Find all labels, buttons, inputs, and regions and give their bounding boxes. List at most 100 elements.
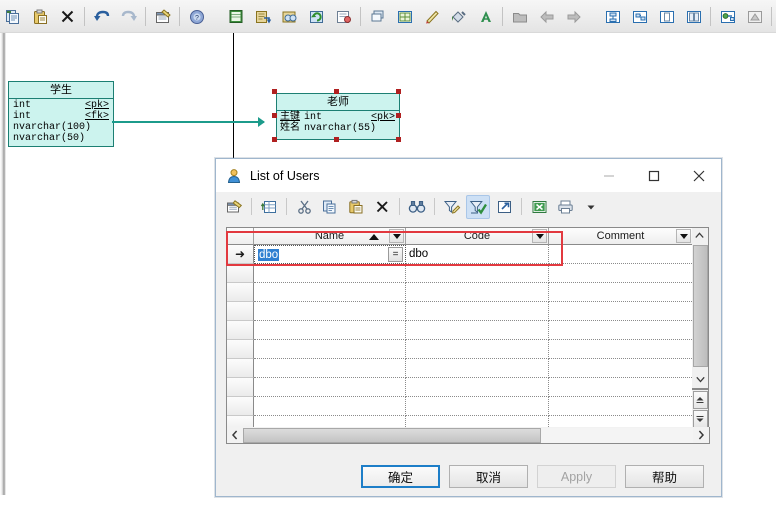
empty-cell[interactable] [406, 264, 549, 283]
shape-rect-icon[interactable] [365, 4, 390, 29]
table-row-empty[interactable] [227, 302, 693, 321]
package-icon[interactable] [331, 4, 356, 29]
scroll-down-arrow[interactable] [693, 372, 708, 387]
help-icon[interactable]: ? [184, 4, 209, 29]
teacher-entity[interactable]: 老师 主键 int <pk> 姓名 nvarchar(55) [276, 93, 400, 140]
maximize-button[interactable] [631, 159, 676, 192]
empty-cell[interactable] [254, 340, 406, 359]
caret-down-icon[interactable] [579, 195, 603, 219]
reference-icon[interactable] [250, 4, 275, 29]
copy-icon[interactable] [318, 195, 342, 219]
align-diagram-icon[interactable] [600, 4, 625, 29]
resize-handle-w[interactable] [272, 113, 277, 118]
row-header[interactable] [227, 302, 254, 321]
empty-cell[interactable] [549, 264, 692, 283]
paste-icon[interactable] [28, 4, 53, 29]
view-icon[interactable] [277, 4, 302, 29]
forward-arrow-icon[interactable] [561, 4, 586, 29]
row-header[interactable] [227, 378, 254, 397]
customize-columns-icon[interactable] [440, 195, 464, 219]
empty-cell[interactable] [406, 302, 549, 321]
properties-icon[interactable] [222, 195, 246, 219]
table-row-empty[interactable] [227, 340, 693, 359]
table-row-empty[interactable] [227, 397, 693, 416]
resize-handle-se[interactable] [396, 137, 401, 142]
undo-icon[interactable] [89, 4, 114, 29]
comment-filter-dropdown[interactable] [676, 229, 691, 243]
delete-x-icon[interactable] [55, 4, 80, 29]
grid-vertical-scrollbar[interactable] [692, 227, 709, 389]
generate-db-icon[interactable] [715, 4, 740, 29]
empty-cell[interactable] [406, 321, 549, 340]
table-shape-icon[interactable] [392, 4, 417, 29]
users-grid[interactable]: Name Code Comment ➜ dbo = dbo [226, 227, 693, 429]
impact-analysis-icon[interactable] [742, 4, 767, 29]
empty-cell[interactable] [406, 340, 549, 359]
name-cell[interactable]: dbo = [254, 245, 406, 264]
table-row-empty[interactable] [227, 264, 693, 283]
delete-x-icon[interactable] [370, 195, 394, 219]
scroll-left-arrow[interactable] [227, 428, 243, 443]
resize-handle-sw[interactable] [272, 137, 277, 142]
paste-icon[interactable] [344, 195, 368, 219]
dialog-titlebar[interactable]: List of Users [216, 159, 721, 193]
code-column-header[interactable]: Code [406, 228, 549, 245]
table-row-empty[interactable] [227, 283, 693, 302]
code-cell[interactable]: dbo [406, 245, 549, 264]
name-column-header[interactable]: Name [254, 228, 406, 245]
empty-cell[interactable] [254, 302, 406, 321]
row-header[interactable] [227, 321, 254, 340]
scroll-right-arrow[interactable] [693, 428, 709, 443]
new-table-icon[interactable] [223, 4, 248, 29]
text-a-icon[interactable] [473, 4, 498, 29]
cancel-button[interactable]: 取消 [449, 465, 528, 488]
grid-horizontal-scrollbar[interactable] [226, 427, 710, 444]
empty-cell[interactable] [254, 378, 406, 397]
row-header[interactable] [227, 359, 254, 378]
cut-icon[interactable] [292, 195, 316, 219]
row-header[interactable] [227, 340, 254, 359]
grid-corner-header[interactable] [227, 228, 254, 245]
scroll-thumb-vertical[interactable] [693, 245, 708, 367]
empty-cell[interactable] [254, 397, 406, 416]
resize-handle-s[interactable] [334, 137, 339, 142]
folder-icon[interactable] [507, 4, 532, 29]
empty-cell[interactable] [254, 283, 406, 302]
empty-cell[interactable] [549, 302, 692, 321]
empty-cell[interactable] [406, 378, 549, 397]
resize-handle-n[interactable] [334, 89, 339, 94]
move-row-down-button[interactable] [692, 410, 708, 428]
student-entity[interactable]: 学生 int <pk> int <fk> nvarchar(100) nvarc… [8, 81, 114, 147]
name-cell-equals-button[interactable]: = [388, 247, 403, 262]
properties-icon[interactable] [150, 4, 175, 29]
empty-cell[interactable] [549, 321, 692, 340]
empty-cell[interactable] [254, 321, 406, 340]
comment-column-header[interactable]: Comment [549, 228, 692, 245]
empty-cell[interactable] [254, 359, 406, 378]
page-view-icon[interactable] [654, 4, 679, 29]
split-view-icon[interactable] [681, 4, 706, 29]
excel-export-icon[interactable] [527, 195, 551, 219]
table-row[interactable]: ➜ dbo = dbo [227, 245, 693, 264]
empty-cell[interactable] [406, 359, 549, 378]
resize-diagram-icon[interactable] [627, 4, 652, 29]
empty-cell[interactable] [549, 359, 692, 378]
row-header[interactable] [227, 264, 254, 283]
table-row-empty[interactable] [227, 321, 693, 340]
open-window-icon[interactable] [492, 195, 516, 219]
redo-icon[interactable] [116, 4, 141, 29]
insert-row-icon[interactable] [257, 195, 281, 219]
row-header-current[interactable]: ➜ [227, 245, 254, 264]
resize-handle-e[interactable] [396, 113, 401, 118]
empty-cell[interactable] [406, 397, 549, 416]
minimize-button[interactable] [586, 159, 631, 192]
empty-cell[interactable] [549, 378, 692, 397]
pencil-icon[interactable] [419, 4, 444, 29]
comment-cell[interactable] [549, 245, 692, 264]
empty-cell[interactable] [406, 283, 549, 302]
scroll-track-horizontal[interactable] [243, 427, 693, 443]
scroll-thumb-horizontal[interactable] [243, 427, 541, 443]
row-header[interactable] [227, 283, 254, 302]
name-filter-dropdown[interactable] [389, 229, 404, 243]
empty-cell[interactable] [549, 340, 692, 359]
